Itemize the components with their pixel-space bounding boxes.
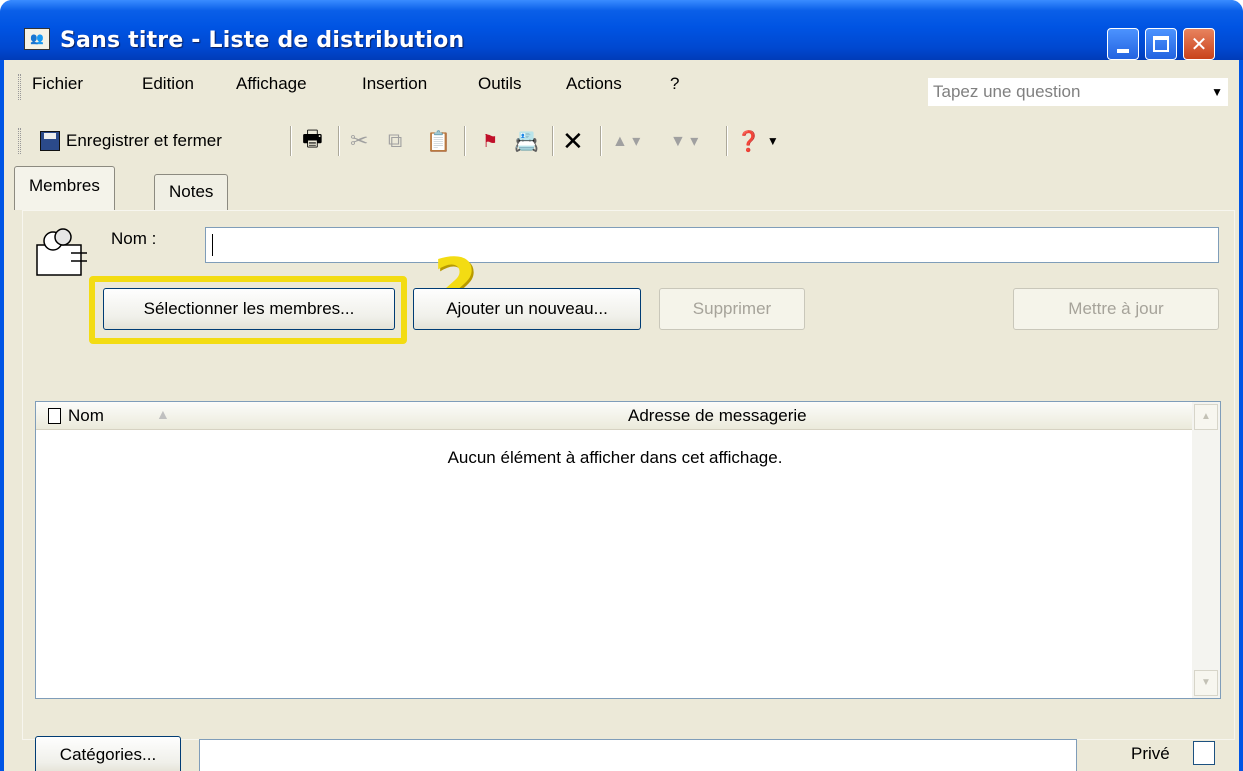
maximize-icon bbox=[1153, 36, 1169, 52]
maximize-button[interactable] bbox=[1145, 28, 1177, 60]
previous-item-icon: ▲ ▾ bbox=[612, 133, 641, 150]
sort-arrow-icon: ▲ bbox=[156, 406, 170, 422]
private-checkbox[interactable] bbox=[1193, 741, 1215, 765]
toolbar-separator bbox=[600, 126, 602, 156]
annotation-highlight bbox=[89, 276, 407, 344]
tab-notes[interactable]: Notes bbox=[154, 174, 229, 210]
print-button[interactable]: 🖶 bbox=[302, 126, 323, 156]
delete-icon: ✕ bbox=[562, 125, 584, 156]
window-title: Sans titre - Liste de distribution bbox=[60, 28, 465, 53]
scroll-up-icon[interactable]: ▲ bbox=[1194, 404, 1218, 430]
menu-bar: Fichier Edition Affichage Insertion Outi… bbox=[4, 66, 1239, 106]
categories-field[interactable] bbox=[199, 739, 1077, 771]
toolbar-separator bbox=[338, 126, 340, 156]
print-icon: 🖶 bbox=[302, 126, 323, 151]
paste-button[interactable]: 📋 bbox=[426, 126, 451, 156]
cut-icon: ✂ bbox=[350, 128, 369, 153]
menu-affichage[interactable]: Affichage bbox=[236, 74, 307, 94]
toolbar-grip[interactable] bbox=[18, 128, 21, 154]
name-field[interactable] bbox=[205, 227, 1219, 263]
flag-icon: ⚑ bbox=[482, 130, 499, 151]
flag-button[interactable]: ⚑ bbox=[482, 126, 498, 156]
menu-help[interactable]: ? bbox=[670, 74, 679, 94]
paste-icon: 📋 bbox=[426, 130, 451, 153]
menu-actions[interactable]: Actions bbox=[566, 74, 622, 94]
close-icon: ✕ bbox=[1190, 33, 1208, 56]
save-close-button[interactable]: Enregistrer et fermer bbox=[40, 126, 222, 156]
delete-member-button[interactable]: Supprimer bbox=[659, 288, 805, 330]
window: 👥 Sans titre - Liste de distribution ✕ F… bbox=[0, 0, 1243, 771]
list-header: Nom ▲ Adresse de messagerie bbox=[36, 402, 1194, 430]
copy-icon: ⧉ bbox=[388, 129, 403, 152]
minimize-button[interactable] bbox=[1107, 28, 1139, 60]
distribution-list-icon: 👥 bbox=[24, 28, 50, 50]
categories-button[interactable]: Catégories... bbox=[35, 736, 181, 771]
menu-insertion[interactable]: Insertion bbox=[362, 74, 427, 94]
toolbar-separator bbox=[464, 126, 466, 156]
add-new-button[interactable]: Ajouter un nouveau... bbox=[413, 288, 641, 330]
save-icon bbox=[40, 131, 60, 151]
column-header-nom[interactable]: Nom bbox=[68, 406, 104, 426]
close-button[interactable]: ✕ bbox=[1183, 28, 1215, 60]
chevron-down-icon[interactable]: ▼ bbox=[1211, 79, 1223, 105]
address-book-button[interactable]: 📇 bbox=[514, 126, 539, 156]
toolbar-separator bbox=[726, 126, 728, 156]
copy-button[interactable]: ⧉ bbox=[388, 126, 402, 156]
help-icon: ❓ bbox=[736, 130, 761, 153]
cut-button[interactable]: ✂ bbox=[350, 126, 368, 156]
document-icon bbox=[48, 408, 61, 424]
private-label: Privé bbox=[1131, 744, 1170, 763]
standard-toolbar: Enregistrer et fermer 🖶 ✂ ⧉ 📋 ⚑ 📇 ✕ ▲ ▾ … bbox=[4, 120, 884, 160]
tab-membres[interactable]: Membres bbox=[14, 166, 115, 210]
next-item-button[interactable]: ▼ ▾ bbox=[670, 126, 698, 156]
toolbar-separator bbox=[290, 126, 292, 156]
members-list[interactable]: Nom ▲ Adresse de messagerie Aucun élémen… bbox=[35, 401, 1221, 699]
ask-question-input[interactable]: Tapez une question ▼ bbox=[928, 78, 1228, 106]
next-item-icon: ▼ ▾ bbox=[670, 133, 699, 150]
text-caret bbox=[212, 234, 213, 256]
minimize-icon bbox=[1117, 49, 1129, 53]
delete-toolbar-button[interactable]: ✕ bbox=[562, 126, 584, 156]
vertical-scrollbar[interactable]: ▲ ▼ bbox=[1192, 402, 1220, 698]
address-book-icon: 📇 bbox=[514, 130, 539, 153]
help-button[interactable]: ❓ ▼ bbox=[736, 126, 779, 156]
menu-fichier[interactable]: Fichier bbox=[32, 74, 83, 94]
menu-outils[interactable]: Outils bbox=[478, 74, 521, 94]
distribution-list-icon bbox=[36, 228, 87, 276]
tab-strip: Membres Notes bbox=[4, 166, 1239, 210]
empty-list-message: Aucun élément à afficher dans cet affich… bbox=[447, 448, 783, 467]
update-button[interactable]: Mettre à jour bbox=[1013, 288, 1219, 330]
scroll-down-icon[interactable]: ▼ bbox=[1194, 670, 1218, 696]
title-bar[interactable]: 👥 Sans titre - Liste de distribution ✕ bbox=[0, 0, 1243, 60]
menu-edition[interactable]: Edition bbox=[142, 74, 194, 94]
members-panel: Nom : 2 Sélectionner les membres... Ajou… bbox=[22, 210, 1235, 771]
name-label: Nom : bbox=[111, 229, 157, 248]
column-header-email[interactable]: Adresse de messagerie bbox=[628, 406, 807, 426]
toolbar-separator bbox=[552, 126, 554, 156]
previous-item-button[interactable]: ▲ ▾ bbox=[612, 126, 640, 156]
menu-grip[interactable] bbox=[18, 74, 21, 100]
window-client: Fichier Edition Affichage Insertion Outi… bbox=[4, 60, 1239, 771]
toolbar-options-icon[interactable]: ▼ bbox=[767, 134, 779, 148]
